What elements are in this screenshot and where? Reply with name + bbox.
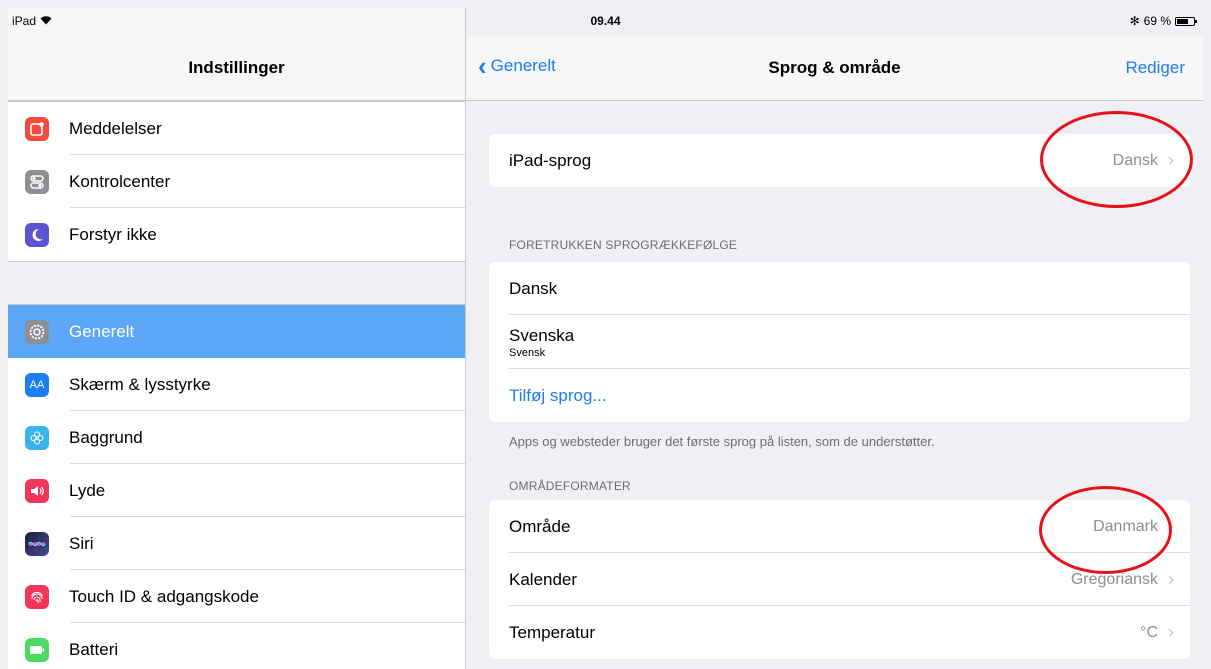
sidebar-item-lyde[interactable]: Lyde	[8, 464, 465, 517]
add-language-link[interactable]: Tilføj sprog...	[509, 386, 607, 406]
sidebar-group-2: Generelt AA Skærm & lysstyrke Baggrund L…	[8, 304, 465, 669]
sidebar-title: Indstillinger	[188, 58, 285, 77]
sidebar-item-meddelelser[interactable]: Meddelelser	[8, 102, 465, 155]
temperature-row[interactable]: Temperatur °C ›	[489, 606, 1190, 659]
language-row[interactable]: Dansk	[489, 262, 1190, 315]
detail-pane: ‹ Generelt Sprog & område Rediger iPad-s…	[466, 8, 1203, 669]
control-center-icon	[25, 169, 49, 194]
row-label: Område	[509, 516, 571, 536]
wallpaper-icon	[25, 425, 49, 450]
sidebar-item-baggrund[interactable]: Baggrund	[8, 411, 465, 464]
sidebar-item-siri[interactable]: Siri	[8, 517, 465, 570]
siri-icon	[25, 531, 49, 556]
row-value: °C	[1140, 623, 1158, 641]
gear-icon	[25, 319, 49, 344]
sidebar-item-label: Baggrund	[69, 427, 143, 447]
sidebar-item-forstyr-ikke[interactable]: Forstyr ikke	[8, 208, 465, 261]
language-name: Svenska	[509, 325, 575, 345]
sidebar-item-label: Touch ID & adgangskode	[69, 586, 259, 606]
section-header-preferred: FORETRUKKEN SPROGRÆKKEFØLGE	[509, 238, 738, 252]
sidebar-item-label: Skærm & lysstyrke	[69, 374, 211, 394]
chevron-right-icon: ›	[1168, 622, 1174, 642]
battery-percent: 69 %	[1143, 14, 1171, 28]
language-name: Dansk	[509, 278, 558, 298]
settings-sidebar: Indstillinger Meddelelser Kontrolcenter	[8, 8, 466, 669]
sidebar-item-batteri[interactable]: Batteri	[8, 623, 465, 669]
row-label: iPad-sprog	[509, 150, 592, 170]
section-header-region: OMRÅDEFORMATER	[509, 479, 631, 493]
sidebar-item-label: Generelt	[69, 321, 135, 341]
sidebar-item-skaerm-lysstyrke[interactable]: AA Skærm & lysstyrke	[8, 358, 465, 411]
detail-navbar: ‹ Generelt Sprog & område Rediger	[466, 36, 1203, 101]
sidebar-item-label: Kontrolcenter	[69, 171, 171, 191]
chevron-right-icon: ›	[1168, 569, 1174, 589]
sidebar-item-label: Forstyr ikke	[69, 224, 157, 244]
sidebar-item-label: Batteri	[69, 639, 119, 659]
row-label: Kalender	[509, 569, 578, 589]
sidebar-item-label: Siri	[69, 533, 94, 553]
fingerprint-icon	[25, 584, 49, 609]
moon-icon	[25, 222, 49, 247]
language-row[interactable]: Svenska Svensk	[489, 315, 1190, 369]
sidebar-group-1: Meddelelser Kontrolcenter Forstyr ikke	[8, 101, 465, 262]
sidebar-header: Indstillinger	[8, 36, 465, 101]
sidebar-item-touch-id[interactable]: Touch ID & adgangskode	[8, 570, 465, 623]
bluetooth-icon: ✻	[1129, 14, 1140, 28]
highlight-ring	[1040, 111, 1193, 208]
section-footer-preferred: Apps og websteder bruger det første spro…	[509, 434, 935, 449]
display-icon: AA	[25, 372, 49, 397]
row-label: Temperatur	[509, 622, 595, 642]
preferred-languages-card: Dansk Svenska Svensk Tilføj sprog...	[489, 262, 1190, 422]
notifications-icon	[25, 116, 49, 141]
status-right: ✻ 69 %	[1129, 14, 1197, 28]
add-language-row[interactable]: Tilføj sprog...	[489, 369, 1190, 422]
ipad-screen: Indstillinger Meddelelser Kontrolcenter	[8, 8, 1203, 669]
speaker-icon	[25, 478, 49, 503]
sidebar-item-kontrolcenter[interactable]: Kontrolcenter	[8, 155, 465, 208]
page-title: Sprog & område	[768, 58, 901, 77]
sidebar-item-label: Meddelelser	[69, 118, 162, 138]
edit-button[interactable]: Rediger	[1125, 58, 1185, 78]
sidebar-item-generelt[interactable]: Generelt	[8, 305, 465, 358]
sidebar-list: Meddelelser Kontrolcenter Forstyr ikke G…	[8, 101, 465, 669]
highlight-ring	[1039, 486, 1172, 574]
status-bar: iPad 09.44 ✻ 69 %	[8, 8, 1203, 36]
battery-status-icon	[1175, 16, 1197, 26]
sidebar-item-label: Lyde	[69, 480, 106, 500]
group-spacer	[8, 262, 465, 304]
battery-icon	[25, 637, 49, 662]
language-native-name: Svensk	[509, 346, 546, 359]
status-time: 09.44	[590, 14, 621, 28]
